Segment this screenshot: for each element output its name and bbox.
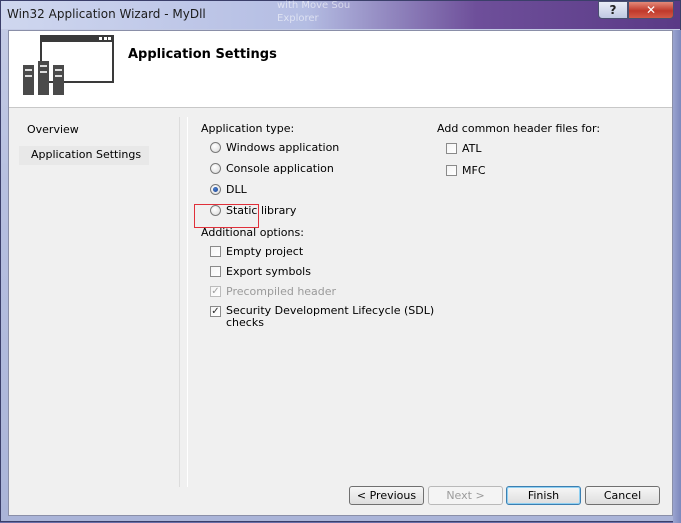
checkbox-label: Precompiled header	[226, 285, 337, 298]
checkbox-empty-project[interactable]: Empty project	[210, 245, 303, 258]
nav-item-overview[interactable]: Overview	[27, 123, 79, 136]
checkbox-label: ATL	[462, 142, 482, 155]
checkbox-mfc[interactable]: MFC	[446, 164, 486, 177]
checkbox-export-symbols[interactable]: Export symbols	[210, 265, 311, 278]
radio-dll[interactable]: DLL	[210, 183, 247, 196]
wizard-header: Application Settings	[9, 31, 672, 108]
wizard-nav: Overview Application Settings	[17, 117, 180, 487]
title-bar[interactable]: Win32 Application Wizard - MyDll with Mo…	[1, 0, 680, 29]
radio-selected-icon	[210, 184, 221, 195]
radio-console-application[interactable]: Console application	[210, 162, 334, 175]
header-files-label: Add common header files for:	[437, 122, 601, 135]
checkbox-label-group: Security Development Lifecycle (SDL) che…	[226, 305, 434, 329]
checkbox-icon	[210, 266, 221, 277]
radio-label: Windows application	[226, 141, 340, 154]
page-title: Application Settings	[128, 47, 277, 62]
checkbox-label-cont: checks	[226, 316, 264, 329]
wizard-client-area: Application Settings Overview Applicatio…	[8, 30, 673, 516]
checkbox-icon	[210, 246, 221, 257]
checkbox-precompiled-header: ✓ Precompiled header	[210, 285, 336, 298]
checkbox-icon	[446, 165, 457, 176]
window-title: Win32 Application Wizard - MyDll	[7, 7, 206, 21]
checkbox-label: MFC	[462, 164, 486, 177]
background-window-text: with Move Sou Explorer	[277, 0, 351, 24]
finish-button[interactable]: Finish	[506, 486, 581, 505]
help-button[interactable]: ?	[598, 1, 628, 19]
checkbox-label: Empty project	[226, 245, 304, 258]
wizard-app-icon	[23, 35, 114, 95]
radio-label: Console application	[226, 162, 334, 175]
close-button[interactable]: ✕	[628, 1, 674, 19]
checkmark-icon: ✓	[210, 286, 221, 297]
checkbox-sdl-checks[interactable]: ✓ Security Development Lifecycle (SDL) c…	[210, 305, 434, 329]
application-type-label: Application type:	[201, 122, 295, 135]
checkmark-icon: ✓	[210, 306, 221, 317]
checkbox-label: Export symbols	[226, 265, 311, 278]
checkbox-icon	[446, 143, 457, 154]
checkbox-atl[interactable]: ATL	[446, 142, 482, 155]
settings-panel: Application type: Windows application Co…	[187, 117, 668, 487]
radio-windows-application[interactable]: Windows application	[210, 141, 339, 154]
radio-label: DLL	[226, 183, 247, 196]
nav-item-application-settings[interactable]: Application Settings	[19, 146, 150, 165]
next-button: Next >	[428, 486, 503, 505]
radio-icon	[210, 163, 221, 174]
radio-icon	[210, 142, 221, 153]
cancel-button[interactable]: Cancel	[585, 486, 660, 505]
window-frame-right	[673, 30, 681, 523]
dll-highlight-box	[194, 204, 259, 228]
previous-button[interactable]: < Previous	[349, 486, 424, 505]
wizard-window: Win32 Application Wizard - MyDll with Mo…	[0, 0, 681, 523]
